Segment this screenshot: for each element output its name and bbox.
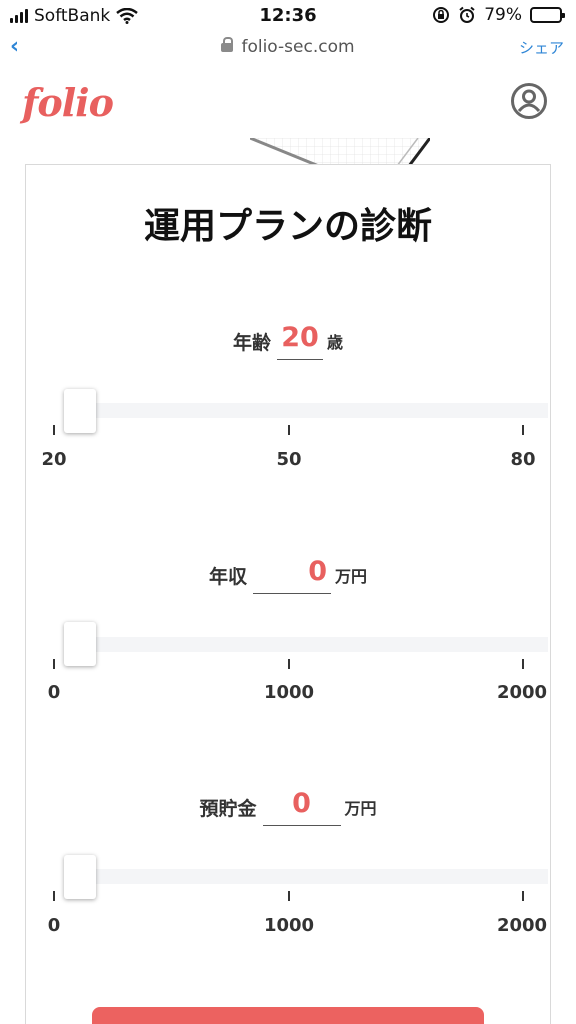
age-tick-label: 80	[510, 449, 536, 470]
income-tick-label: 2000	[496, 682, 548, 703]
battery-icon	[530, 7, 565, 23]
savings-field: 預貯金 0 万円	[26, 777, 550, 837]
back-chevron-icon[interactable]: ‹	[10, 34, 19, 59]
savings-tick-label: 2000	[496, 915, 548, 936]
folio-logo[interactable]: folio	[22, 80, 114, 125]
browser-url-bar: ‹ folio-sec.com シェア	[0, 34, 576, 64]
income-unit: 万円	[335, 567, 368, 586]
status-left: SoftBank	[10, 6, 139, 26]
alarm-icon	[459, 6, 475, 23]
savings-tick-label: 0	[47, 915, 61, 936]
savings-tick-label: 1000	[263, 915, 315, 936]
savings-value: 0	[292, 788, 311, 819]
age-value-box: 20	[277, 322, 323, 360]
age-tick	[288, 425, 290, 435]
income-label: 年収	[208, 565, 247, 588]
savings-tick	[288, 891, 290, 901]
age-field: 年齢 20 歳	[26, 311, 550, 371]
url-display[interactable]: folio-sec.com	[0, 37, 576, 57]
income-tick	[53, 659, 55, 669]
lock-icon	[221, 37, 234, 52]
savings-unit: 万円	[344, 799, 377, 818]
share-button[interactable]: シェア	[519, 37, 564, 58]
income-value-box: 0	[253, 556, 331, 594]
income-tick-label: 1000	[263, 682, 315, 703]
diagnose-button[interactable]	[92, 1007, 484, 1024]
income-tick	[522, 659, 524, 669]
income-field: 年収 0 万円	[26, 545, 550, 605]
account-icon[interactable]	[510, 82, 548, 120]
income-slider-thumb[interactable]	[64, 622, 96, 666]
carrier-name: SoftBank	[34, 6, 111, 26]
age-unit: 歳	[327, 333, 344, 352]
income-slider-track[interactable]	[64, 637, 548, 652]
wifi-icon	[116, 8, 139, 24]
savings-tick	[522, 891, 524, 901]
url-text: folio-sec.com	[241, 37, 355, 57]
savings-label: 預貯金	[199, 797, 257, 820]
age-tick	[522, 425, 524, 435]
age-tick	[53, 425, 55, 435]
income-tick-label: 0	[47, 682, 61, 703]
savings-slider-thumb[interactable]	[64, 855, 96, 899]
age-tick-label: 20	[41, 449, 67, 470]
savings-tick	[53, 891, 55, 901]
age-tick-label: 50	[276, 449, 302, 470]
income-tick	[288, 659, 290, 669]
diagnosis-card: 運用プランの診断 年齢 20 歳 20 50 80 年収 0 万円 0 1000…	[25, 164, 551, 1024]
income-value: 0	[308, 556, 327, 587]
age-label: 年齢	[232, 331, 271, 354]
rotation-lock-icon	[433, 7, 450, 23]
signal-icon	[10, 9, 28, 23]
age-slider-track[interactable]	[64, 403, 548, 418]
savings-value-box: 0	[262, 788, 341, 826]
age-value: 20	[281, 322, 319, 353]
card-title: 運用プランの診断	[143, 206, 432, 247]
savings-slider-track[interactable]	[64, 869, 548, 884]
status-bar: SoftBank 12:36 79%	[0, 0, 576, 34]
age-slider-thumb[interactable]	[64, 389, 96, 433]
status-right: 79%	[432, 5, 565, 25]
battery-percent: 79%	[484, 5, 522, 25]
